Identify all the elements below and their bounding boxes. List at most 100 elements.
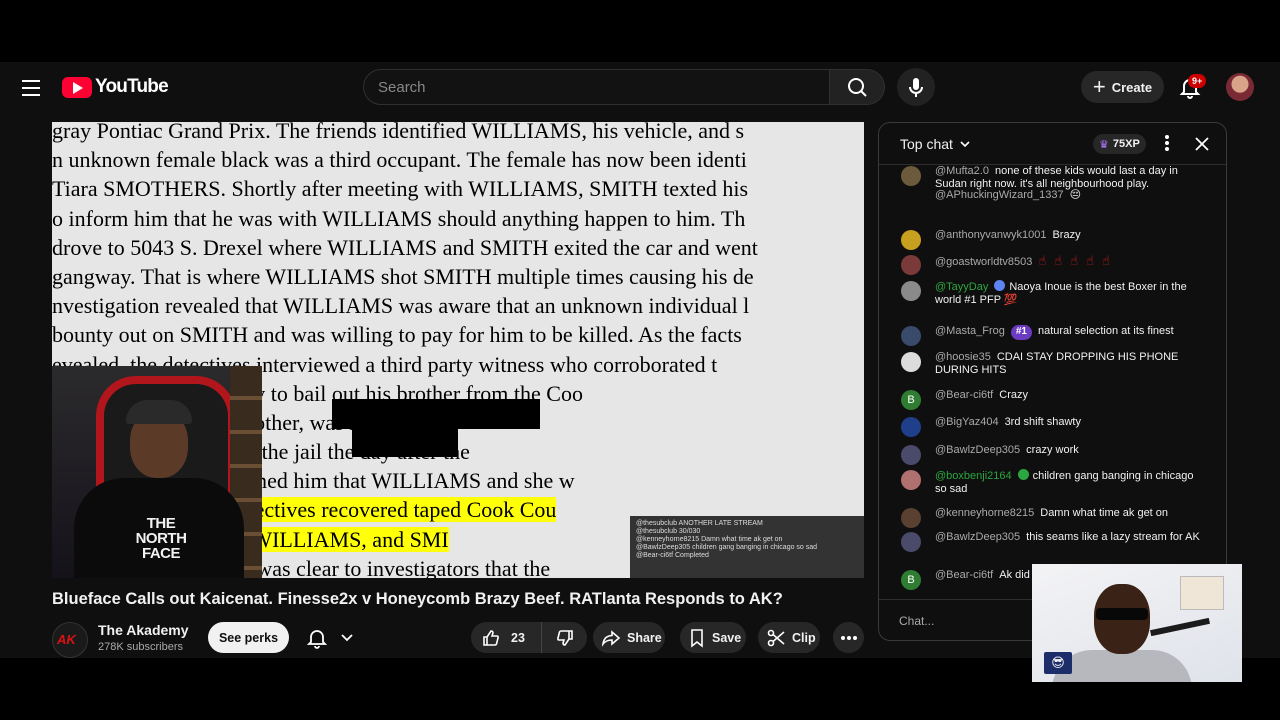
wall-poster <box>1180 576 1224 610</box>
crown-icon: ♛ <box>1099 138 1109 151</box>
channel-name[interactable]: The Akademy <box>98 622 189 638</box>
bookmark-icon <box>691 628 703 648</box>
chat-author-avatar[interactable] <box>901 352 921 372</box>
chat-message-body: @BawlzDeep305 crazy work <box>935 444 1205 457</box>
subscriber-count: 278K subscribers <box>98 641 183 653</box>
chat-author-name[interactable]: @Mufta2.0 <box>935 165 989 177</box>
reactor-shirt <box>1052 650 1192 682</box>
chat-author-avatar[interactable]: B <box>901 390 921 410</box>
share-button[interactable]: Share <box>593 622 665 653</box>
clip-button[interactable]: Clip <box>758 622 820 653</box>
sunglasses-emoji-sticker: 😎 <box>1044 652 1072 674</box>
chat-author-avatar[interactable]: B <box>901 570 921 590</box>
bell-icon <box>306 629 328 649</box>
document-line: Tiara SMOTHERS. Shortly after meeting wi… <box>52 176 749 202</box>
chat-message-text: 3rd shift shawty <box>1004 416 1081 428</box>
like-button[interactable]: 23 <box>471 622 542 653</box>
chat-message-body: @Mufta2.0 none of these kids would last a… <box>935 165 1205 191</box>
chat-author-name[interactable]: @TayyDay <box>935 281 988 293</box>
more-horizontal-icon <box>840 635 857 640</box>
channel-avatar[interactable]: AK <box>52 622 88 658</box>
streamer-cap <box>126 400 192 424</box>
chat-header: Top chat ♛ 75XP <box>879 123 1226 165</box>
search-box <box>363 69 830 105</box>
chat-mode-label: Top chat <box>900 136 953 152</box>
chat-message-body: @kenneyhorne8215 Damn what time ak get on <box>935 507 1205 520</box>
chat-author-avatar[interactable] <box>901 281 921 301</box>
shirt-logo: THE NORTH FACE <box>135 515 187 562</box>
document-line: nvestigation revealed that WILLIAMS was … <box>52 293 750 319</box>
thumbs-up-icon <box>483 629 499 646</box>
voice-search-button[interactable] <box>897 68 935 106</box>
chat-message-text: this seams like a lazy stream for AK <box>1026 531 1200 543</box>
chat-messages[interactable]: @Mufta2.0 none of these kids would last a… <box>879 165 1226 599</box>
chat-author-name[interactable]: @BigYaz404 <box>935 416 999 428</box>
chat-author-name[interactable]: @hoosie35 <box>935 351 991 363</box>
chat-mode-dropdown[interactable]: Top chat <box>900 136 971 152</box>
sunglasses <box>1096 608 1148 620</box>
plus-icon: + <box>1092 74 1106 99</box>
scissors-icon <box>767 629 785 646</box>
chat-author-name[interactable]: @Bear-ci6tf <box>935 569 993 581</box>
xp-badge[interactable]: ♛ 75XP <box>1093 134 1146 154</box>
search-button[interactable] <box>830 69 885 105</box>
chat-author-avatar[interactable] <box>901 166 921 186</box>
share-label: Share <box>627 630 662 645</box>
account-avatar[interactable] <box>1226 73 1254 101</box>
save-label: Save <box>712 630 742 645</box>
more-actions-button[interactable] <box>833 622 864 653</box>
clip-label: Clip <box>792 630 816 645</box>
chat-author-avatar[interactable] <box>901 417 921 437</box>
guide-menu-icon[interactable] <box>18 74 44 100</box>
create-button[interactable]: + Create <box>1081 71 1164 103</box>
video-player[interactable]: gray Pontiac Grand Prix. The friends ide… <box>52 122 864 578</box>
chat-message-text: crazy work <box>1026 444 1079 456</box>
chat-message-text: Damn what time ak get on <box>1040 507 1169 519</box>
streamer-webcam: THE NORTH FACE <box>52 366 262 578</box>
chat-message-text: natural selection at its finest <box>1037 325 1174 337</box>
chat-author-name[interactable]: @anthonyvanwyk1001 <box>935 229 1046 241</box>
chat-author-name[interactable]: @BawlzDeep305 <box>935 531 1020 543</box>
chat-author-avatar[interactable] <box>901 445 921 465</box>
chat-author-name[interactable]: @Masta_Frog <box>935 325 1005 337</box>
chat-message-body: @Bear-ci6tf Crazy <box>935 389 1205 402</box>
chat-more-options-icon[interactable] <box>1161 133 1173 155</box>
overlay-chat-line: @thesubclub ANOTHER LATE STREAM <box>636 520 763 527</box>
like-dislike-group: 23 <box>471 622 587 653</box>
masthead: YouTube + Create 9+ <box>0 62 1280 112</box>
subscription-notifications-button[interactable] <box>300 622 360 653</box>
notifications-badge: 9+ <box>1188 74 1207 88</box>
search-icon <box>848 78 867 97</box>
chat-message-body: @TayyDay Naoya Inoue is the best Boxer in… <box>935 280 1205 307</box>
overlay-chat-line: @thesubclub 30/030 <box>636 528 701 535</box>
chat-author-name[interactable]: @goastworldtv8503 <box>935 256 1032 268</box>
search-input[interactable] <box>364 70 829 104</box>
chat-author-name[interactable]: @boxbenji2164 <box>935 470 1012 482</box>
save-button[interactable]: Save <box>680 622 746 653</box>
overlay-chat-line: @BawlzDeep305 children gang banging in c… <box>636 544 818 551</box>
chat-message-body: @Masta_Frog #1 natural selection at its fi… <box>935 325 1205 340</box>
chat-author-avatar[interactable] <box>901 230 921 250</box>
chat-author-avatar[interactable] <box>901 326 921 346</box>
chat-author-avatar[interactable] <box>901 532 921 552</box>
chevron-down-icon <box>960 141 970 148</box>
dislike-button[interactable] <box>542 622 587 653</box>
chat-author-name[interactable]: @APhuckingWizard_1337 <box>935 189 1064 201</box>
document-line: gangway. That is where WILLIAMS shot SMI… <box>52 263 754 289</box>
overlay-chat-line: @kenneyhorne8215 Damn what time ak get o… <box>636 536 783 543</box>
reactor-webcam: 😎 <box>1032 564 1242 682</box>
thumbs-down-icon <box>556 629 573 646</box>
chat-author-avatar[interactable] <box>901 255 921 275</box>
chat-author-name[interactable]: @Bear-ci6tf <box>935 389 993 401</box>
youtube-logo[interactable]: YouTube <box>62 76 169 98</box>
chat-author-avatar[interactable] <box>901 508 921 528</box>
document-line: n unknown female black was a third occup… <box>52 147 747 173</box>
chevron-down-icon <box>341 633 353 641</box>
stream-chat-overlay: @thesubclub ANOTHER LATE STREAM @thesubcl… <box>630 516 864 578</box>
close-chat-icon[interactable] <box>1192 134 1212 154</box>
chat-author-name[interactable]: @BawlzDeep305 <box>935 444 1020 456</box>
chat-message-body: @APhuckingWizard_1337 😔 <box>935 189 1205 202</box>
chat-author-name[interactable]: @kenneyhorne8215 <box>935 507 1034 519</box>
chat-author-avatar[interactable] <box>901 470 921 490</box>
see-perks-button[interactable]: See perks <box>208 622 289 653</box>
